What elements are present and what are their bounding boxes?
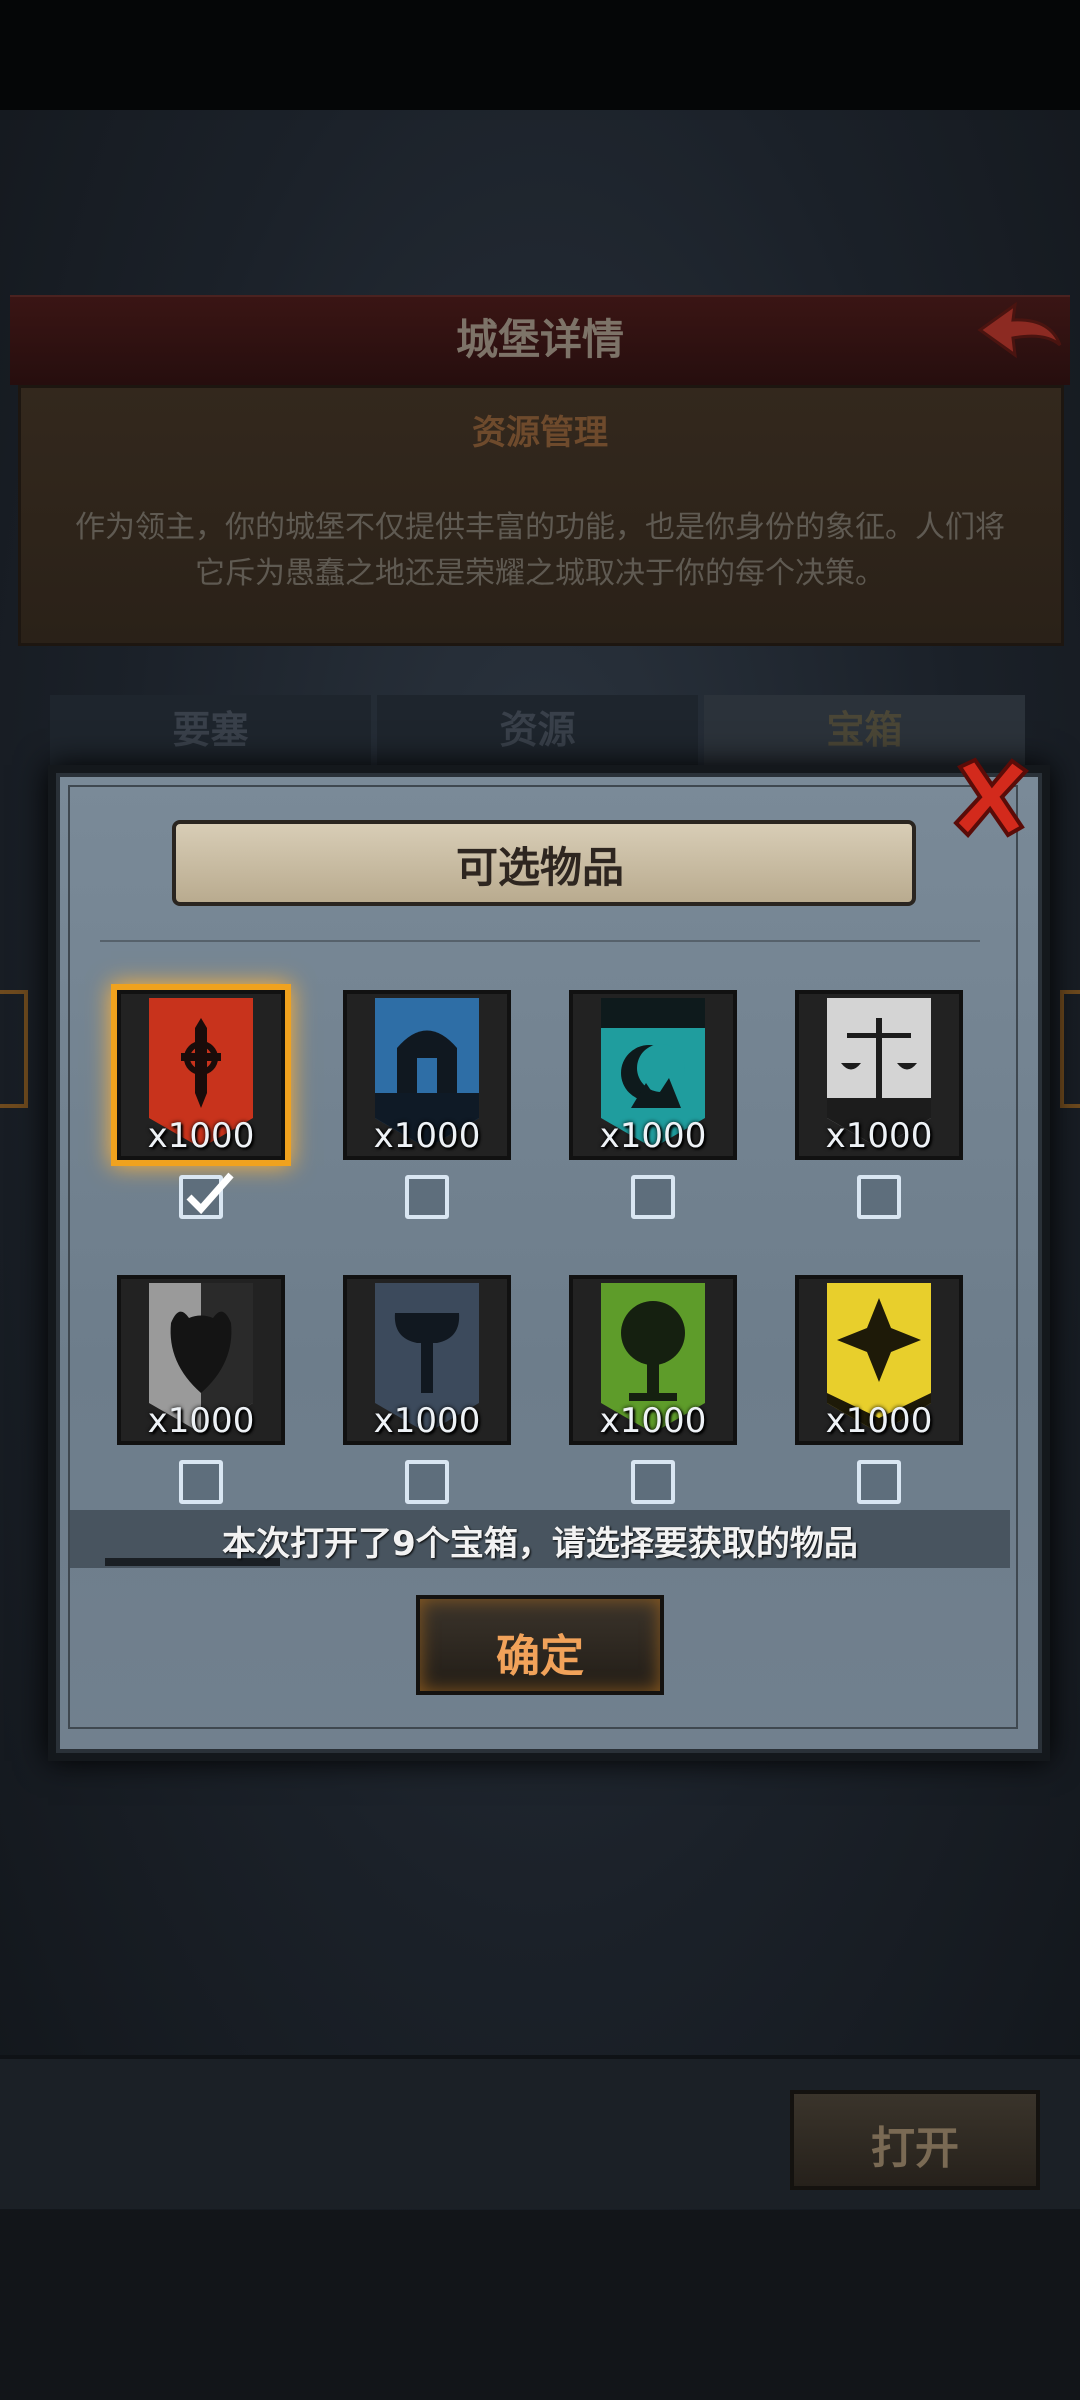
item-checkbox[interactable] <box>857 1460 901 1504</box>
item-quantity: x1000 <box>825 1116 933 1156</box>
item-checkbox[interactable] <box>631 1460 675 1504</box>
item-tile[interactable]: x1000 <box>569 1275 737 1445</box>
modal-title: 可选物品 <box>455 843 624 892</box>
item-checkbox[interactable] <box>405 1460 449 1504</box>
back-arrow-icon[interactable] <box>975 300 1065 370</box>
item-tile[interactable]: x1000 <box>117 1275 285 1445</box>
item-quantity: x1000 <box>373 1116 481 1156</box>
page-title: 城堡详情 <box>455 315 624 364</box>
item-checkbox[interactable] <box>179 1460 223 1504</box>
item-checkbox[interactable] <box>631 1175 675 1219</box>
bottom-background <box>0 2210 1080 2400</box>
item-tile[interactable]: x1000 <box>569 990 737 1160</box>
info-description: 作为领主，你的城堡不仅提供丰富的功能，也是你身份的象征。人们将它斥为愚蠢之地还是… <box>75 510 1005 591</box>
item-tile[interactable]: x1000 <box>117 990 285 1160</box>
open-button-label: 打开 <box>871 2123 959 2174</box>
close-icon[interactable] <box>950 755 1030 840</box>
item-quantity: x1000 <box>599 1401 707 1441</box>
item-tile[interactable]: x1000 <box>343 990 511 1160</box>
info-subtitle: 资源管理 <box>472 413 608 453</box>
modal-divider <box>100 940 980 942</box>
left-side-marker <box>0 990 28 1108</box>
item-quantity: x1000 <box>147 1116 255 1156</box>
tab-resources[interactable]: 资源 <box>377 695 698 765</box>
item-quantity: x1000 <box>825 1401 933 1441</box>
item-checkbox[interactable] <box>179 1172 234 1219</box>
item-quantity: x1000 <box>373 1401 481 1441</box>
selection-message: 本次打开了9个宝箱，请选择要获取的物品 <box>222 1524 858 1564</box>
right-side-marker <box>1060 990 1080 1108</box>
item-checkbox[interactable] <box>857 1175 901 1219</box>
item-quantity: x1000 <box>147 1401 255 1441</box>
item-quantity: x1000 <box>599 1116 707 1156</box>
item-tile[interactable]: x1000 <box>795 990 963 1160</box>
tab-fortress[interactable]: 要塞 <box>50 695 371 765</box>
modal-inner-border <box>68 785 1018 1729</box>
confirm-button-label: 确定 <box>496 1631 584 1682</box>
item-checkbox[interactable] <box>405 1175 449 1219</box>
status-bar <box>0 0 1080 110</box>
tab-bar: 要塞 资源 宝箱 <box>50 695 1025 765</box>
checkmark-icon <box>186 1172 234 1215</box>
item-tile[interactable]: x1000 <box>795 1275 963 1445</box>
item-tile[interactable]: x1000 <box>343 1275 511 1445</box>
